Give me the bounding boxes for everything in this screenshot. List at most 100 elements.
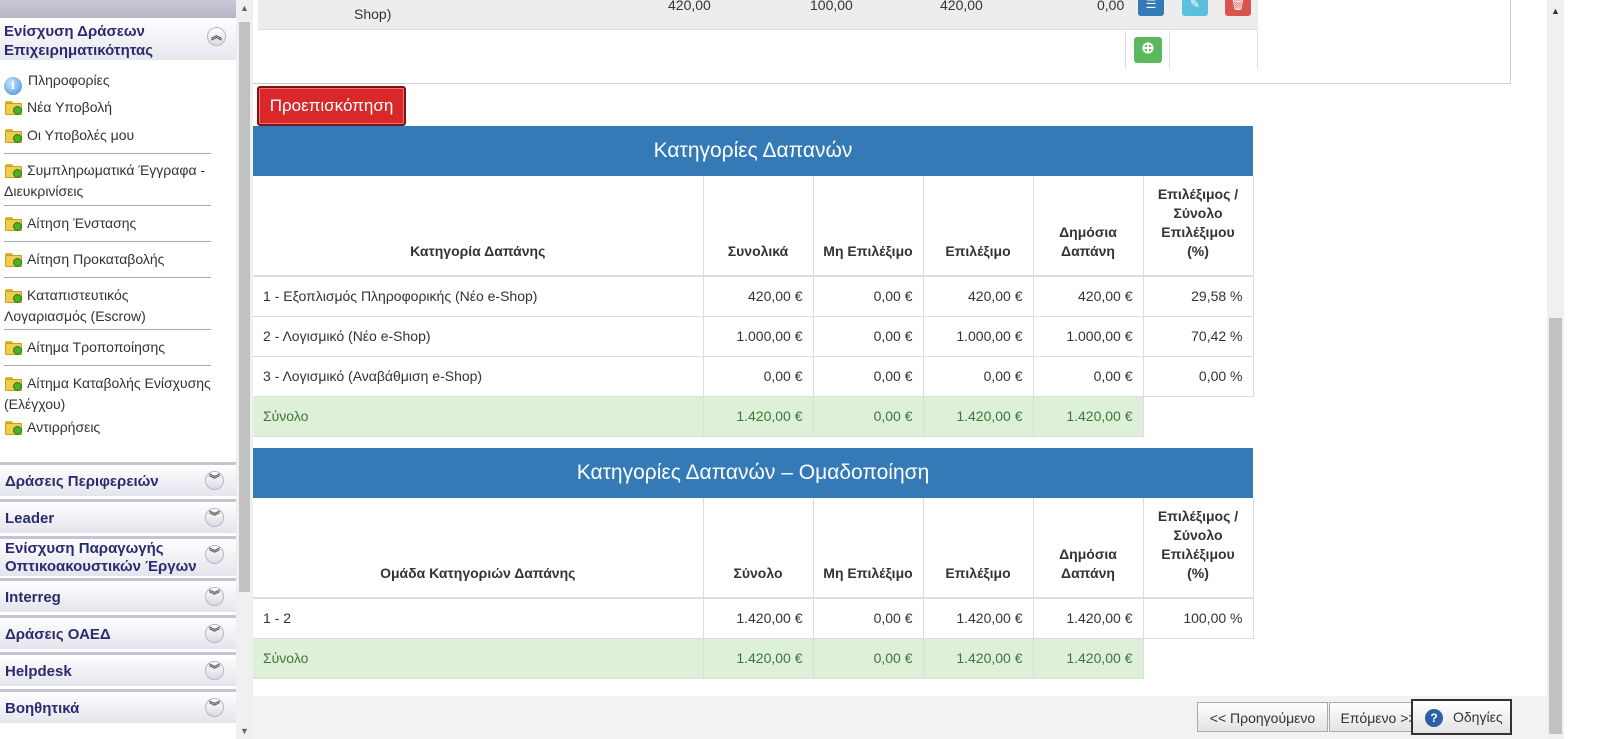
sidebar-item-label: Αίτηση Ένστασης [27, 215, 137, 231]
chevron-up-icon[interactable]: ︽ [207, 27, 226, 46]
sidebar-section-leader[interactable]: Leader ︾ [0, 499, 236, 533]
chevron-down-icon[interactable]: ︾ [205, 661, 224, 680]
chevron-down-icon[interactable]: ︾ [205, 545, 224, 564]
column-header: Μη Επιλέξιμο [813, 498, 924, 599]
sidebar-scrollbar[interactable]: ▲ ▼ [236, 0, 253, 739]
sidebar-section-oaed[interactable]: Δράσεις ΟΑΕΔ ︾ [0, 615, 236, 649]
sidebar-section-audiovisual[interactable]: Ενίσχυση Παραγωγής Οπτικοακουστικών Έργω… [0, 536, 236, 576]
chevron-down-icon[interactable]: ︾ [205, 587, 224, 606]
sidebar-section-label: Δράσεις ΟΑΕΔ [5, 626, 111, 643]
divider [4, 153, 211, 154]
add-icon[interactable]: ⊕ [1134, 37, 1162, 63]
scroll-down-arrow-icon[interactable]: ▼ [236, 726, 253, 736]
table-row: 1 - Εξοπλισμός Πληροφορικής (Νέο e-Shop)… [253, 276, 1254, 317]
sidebar-item-payment-request[interactable]: Αίτημα Καταβολής Ενίσχυσης (Ελέγχου) [4, 373, 214, 415]
info-icon: i [4, 77, 22, 95]
folder-add-icon [4, 163, 22, 178]
table-row: 2 - Λογισμικό (Νέο e-Shop) 1.000,00 € 0,… [253, 316, 1254, 357]
footer-bar: << Προηγούμενο Επόμενο >> ? Οδηγίες [253, 696, 1547, 739]
table-row: Shop) 420,00 100,00 420,00 0,00 ☰ ✎ 🗑 [258, 0, 1258, 30]
sidebar-section-helpdesk[interactable]: Helpdesk ︾ [0, 652, 236, 686]
folder-add-icon [4, 288, 22, 303]
folder-add-icon [4, 340, 22, 355]
sidebar-section-auxiliary[interactable]: Βοηθητικά ︾ [0, 689, 236, 723]
divider [4, 205, 211, 206]
chevron-down-icon[interactable]: ︾ [205, 698, 224, 717]
edit-icon[interactable]: ✎ [1182, 0, 1208, 16]
scrollbar-thumb[interactable] [1549, 318, 1562, 734]
preview-button[interactable]: Προεπισκόπηση [257, 86, 406, 126]
sidebar-section-label: Ενίσχυση Παραγωγής Οπτικοακουστικών Έργω… [5, 540, 197, 575]
table-cell: 1.000,00 € [923, 316, 1034, 357]
table-cell: 420,00 € [1033, 276, 1144, 317]
sidebar-item-modification-request[interactable]: Αίτημα Τροποποίησης [4, 337, 214, 358]
item-value: 420,00 [940, 0, 983, 13]
total-cell: 1.420,00 € [703, 396, 814, 437]
total-cell: 1.420,00 € [703, 638, 814, 679]
chevron-down-icon[interactable]: ︾ [205, 471, 224, 490]
sidebar: Ενίσχυση Δράσεων Επιχειρηματικότητας ︽ i… [0, 0, 236, 739]
panel-title: Κατηγορίες Δαπανών [253, 126, 1253, 176]
table-cell: 420,00 € [703, 276, 814, 317]
sidebar-item-supplementary-docs[interactable]: Συμπληρωματικά Έγγραφα - Διευκρινίσεις [4, 160, 214, 202]
table-cell: 1.000,00 € [1033, 316, 1144, 357]
column-header: Κατηγορία Δαπάνης [253, 176, 704, 277]
sidebar-item-label: Οι Υποβολές μου [27, 127, 135, 143]
scrollbar-thumb[interactable] [239, 22, 250, 592]
table-row: 1 - 2 1.420,00 € 0,00 € 1.420,00 € 1.420… [253, 598, 1254, 639]
folder-add-icon [4, 252, 22, 267]
total-cell: 1.420,00 € [1033, 396, 1144, 437]
total-label: Σύνολο [253, 396, 704, 437]
sidebar-active-section-header[interactable]: Ενίσχυση Δράσεων Επιχειρηματικότητας ︽ [0, 18, 236, 60]
table-cell: 1.420,00 € [703, 598, 814, 639]
table-cell: 1 - Εξοπλισμός Πληροφορικής (Νέο e-Shop) [253, 276, 704, 317]
table-cell: 0,00 € [813, 598, 924, 639]
panel-title: Κατηγορίες Δαπανών – Ομαδοποίηση [253, 448, 1253, 498]
table-cell: 1.000,00 € [703, 316, 814, 357]
previous-button[interactable]: << Προηγούμενο [1197, 702, 1328, 732]
expense-groups-panel: Κατηγορίες Δαπανών – Ομαδοποίηση Ομάδα Κ… [253, 448, 1254, 679]
sidebar-item-label: Καταπιστευτικός Λογαριασμός (Escrow) [4, 287, 146, 324]
expense-categories-panel: Κατηγορίες Δαπανών Κατηγορία Δαπάνης Συν… [253, 126, 1254, 437]
item-value: 100,00 [810, 0, 853, 13]
table-cell: 0,00 € [703, 356, 814, 397]
sidebar-item-escrow[interactable]: Καταπιστευτικός Λογαριασμός (Escrow) [4, 285, 214, 327]
table-cell: 29,58 % [1143, 276, 1254, 317]
help-button[interactable]: ? Οδηγίες [1411, 699, 1512, 735]
page-scrollbar[interactable]: ▲ [1547, 0, 1564, 739]
column-header: Επιλέξιμος / Σύνολο Επιλέξιμου (%) [1143, 176, 1254, 277]
total-row: Σύνολο 1.420,00 € 0,00 € 1.420,00 € 1.42… [253, 638, 1253, 679]
items-table: Shop) 420,00 100,00 420,00 0,00 ☰ ✎ 🗑 ⊕ [258, 0, 1258, 69]
chevron-down-icon[interactable]: ︾ [205, 508, 224, 527]
chevron-down-icon[interactable]: ︾ [205, 624, 224, 643]
sidebar-item-my-submissions[interactable]: Οι Υποβολές μου [4, 125, 214, 146]
table-cell: 1 - 2 [253, 598, 704, 639]
sidebar-item-objection-request[interactable]: Αίτηση Ένστασης [4, 213, 214, 234]
sidebar-item-objections[interactable]: Αντιρρήσεις [4, 417, 214, 438]
total-cell: 0,00 € [813, 396, 924, 437]
total-row: Σύνολο 1.420,00 € 0,00 € 1.420,00 € 1.42… [253, 396, 1253, 437]
sidebar-item-info[interactable]: i Πληροφορίες [4, 70, 214, 95]
sidebar-item-advance-payment[interactable]: Αίτηση Προκαταβολής [4, 249, 214, 270]
sidebar-section-regional-actions[interactable]: Δράσεις Περιφερειών ︾ [0, 462, 236, 496]
list-icon[interactable]: ☰ [1138, 0, 1164, 16]
table-cell: 0,00 € [813, 356, 924, 397]
sidebar-item-label: Πληροφορίες [28, 72, 110, 88]
sidebar-section-interreg[interactable]: Interreg ︾ [0, 578, 236, 612]
table-cell: 0,00 € [813, 276, 924, 317]
table-cell: 0,00 € [1033, 356, 1144, 397]
delete-icon[interactable]: 🗑 [1225, 0, 1251, 16]
table-cell: 0,00 % [1143, 356, 1254, 397]
folder-add-icon [4, 128, 22, 143]
total-label: Σύνολο [253, 638, 704, 679]
divider [253, 83, 1511, 84]
sidebar-item-new-submission[interactable]: Νέα Υποβολή [4, 97, 214, 118]
sidebar-section-label: Interreg [5, 589, 61, 606]
table-cell: 0,00 € [813, 316, 924, 357]
scroll-up-arrow-icon[interactable]: ▲ [236, 3, 253, 13]
sidebar-active-section-title: Ενίσχυση Δράσεων Επιχειρηματικότητας [4, 23, 154, 59]
scroll-up-arrow-icon[interactable]: ▲ [1547, 6, 1564, 16]
sidebar-top-bar [0, 0, 236, 18]
column-header: Επιλέξιμο [923, 498, 1034, 599]
table-cell: 70,42 % [1143, 316, 1254, 357]
